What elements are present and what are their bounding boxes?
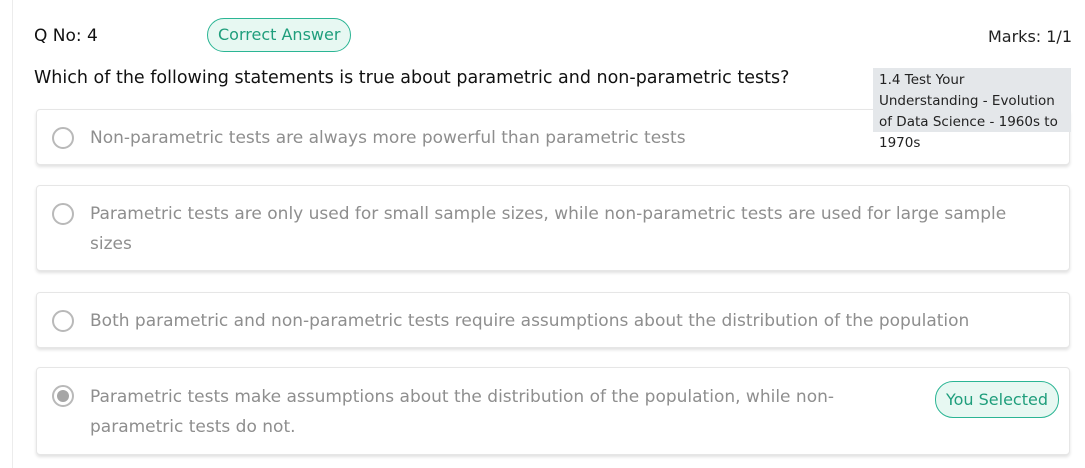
marks-label: Marks: 1/1 bbox=[987, 27, 1072, 46]
question-text: Which of the following statements is tru… bbox=[34, 68, 790, 88]
answer-option-4[interactable]: Parametric tests make assumptions about … bbox=[36, 367, 1070, 455]
option-text: Non-parametric tests are always more pow… bbox=[90, 128, 686, 148]
answer-option-3[interactable]: Both parametric and non-parametric tests… bbox=[36, 292, 1070, 348]
quiz-review-page: Q No: 4 Correct Answer Marks: 1/1 Which … bbox=[0, 0, 1085, 468]
option-text: Parametric tests make assumptions about … bbox=[90, 387, 834, 437]
you-selected-badge: You Selected bbox=[934, 381, 1059, 418]
radio-button[interactable] bbox=[52, 203, 74, 225]
correct-answer-badge: Correct Answer bbox=[207, 18, 352, 52]
radio-button[interactable] bbox=[52, 127, 74, 149]
radio-button-selected[interactable] bbox=[52, 385, 74, 407]
option-text: Both parametric and non-parametric tests… bbox=[90, 311, 970, 331]
left-divider bbox=[12, 0, 13, 468]
answer-option-2[interactable]: Parametric tests are only used for small… bbox=[36, 185, 1070, 271]
option-text: Parametric tests are only used for small… bbox=[90, 204, 1007, 254]
topic-tooltip: 1.4 Test Your Understanding - Evolution … bbox=[873, 68, 1071, 151]
question-number: Q No: 4 bbox=[34, 26, 98, 46]
radio-button[interactable] bbox=[52, 310, 74, 332]
